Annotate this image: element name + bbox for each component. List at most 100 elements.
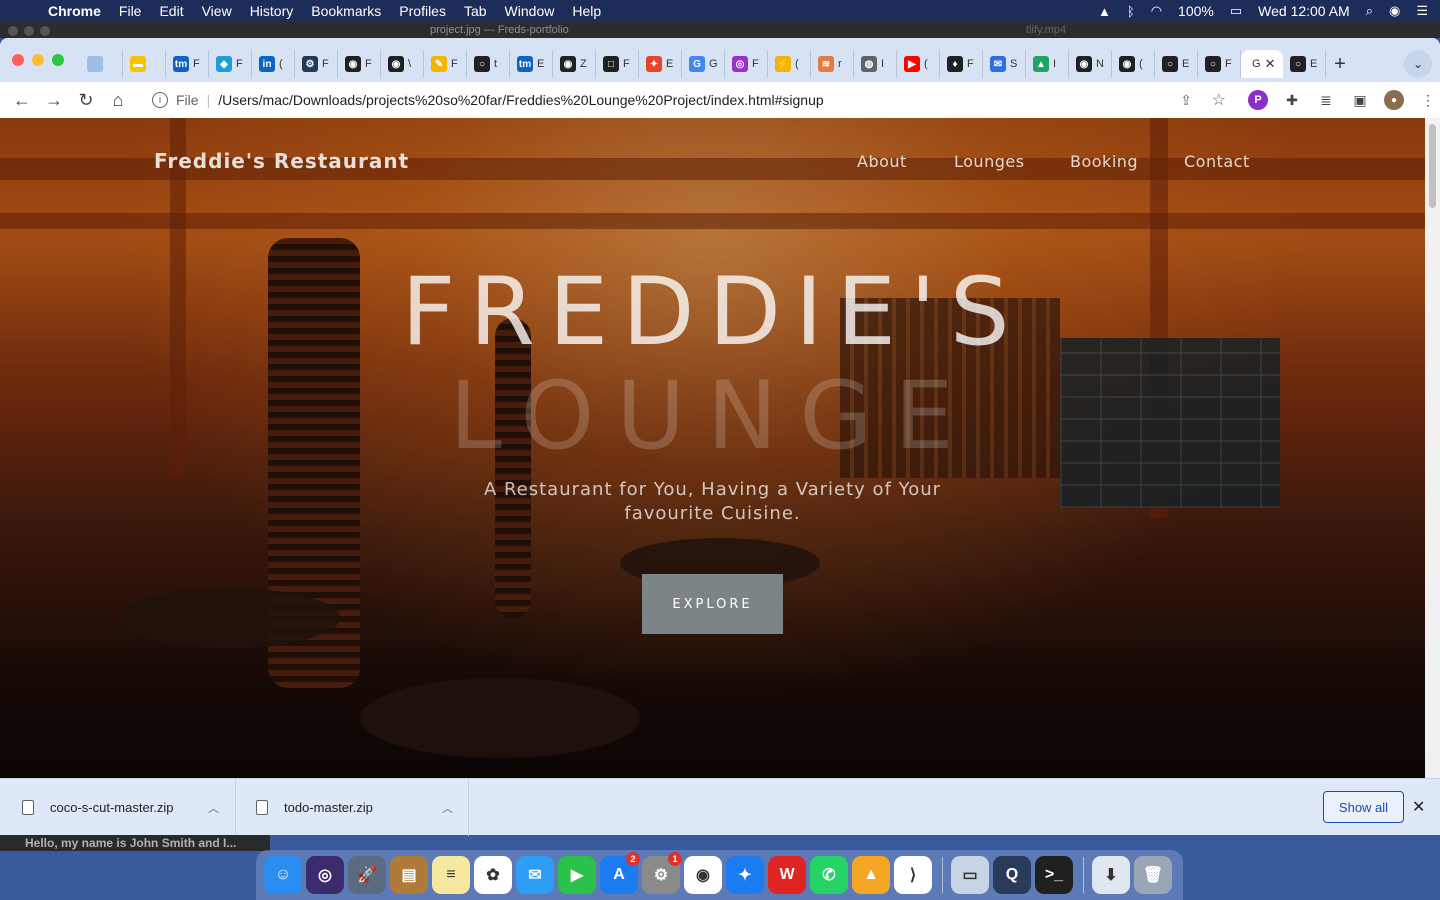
dock-siri-icon[interactable]: ◎ — [306, 856, 344, 894]
tab-search-button[interactable]: ⌄ — [1404, 50, 1432, 78]
scrollbar-thumb[interactable] — [1429, 124, 1436, 208]
dock-downloads-stack-icon[interactable]: ⬇ — [1092, 856, 1130, 894]
browser-tab[interactable] — [80, 50, 123, 78]
wifi-icon[interactable]: ◠ — [1151, 3, 1162, 19]
menu-view[interactable]: View — [202, 3, 232, 19]
reload-button[interactable]: ↻ — [70, 84, 102, 116]
vlc-menubar-icon[interactable]: ▲ — [1098, 4, 1111, 19]
menu-bookmarks[interactable]: Bookmarks — [311, 3, 381, 19]
battery-icon[interactable]: ▭ — [1230, 3, 1242, 19]
bookmark-star-icon[interactable]: ☆ — [1212, 90, 1226, 110]
browser-tab[interactable]: ✦ E — [639, 50, 682, 78]
browser-tab[interactable]: ⚙ F — [295, 50, 338, 78]
browser-tab[interactable]: ◉ F — [338, 50, 381, 78]
download-item[interactable]: coco-s-cut-master.zip ︿ — [22, 779, 236, 836]
dock-preview-icon[interactable]: ▭ — [951, 856, 989, 894]
dock-notes-book-icon[interactable]: ▤ — [390, 856, 428, 894]
bluetooth-icon[interactable]: ᛒ — [1127, 4, 1135, 19]
browser-tab[interactable]: ○ E — [1155, 50, 1198, 78]
control-center-icon[interactable]: ☰ — [1416, 3, 1428, 19]
nav-link-booking[interactable]: Booking — [1070, 152, 1138, 171]
menu-window[interactable]: Window — [505, 3, 555, 19]
dock-quicktime-icon[interactable]: Q — [993, 856, 1031, 894]
browser-tab[interactable]: ♦ F — [940, 50, 983, 78]
dock-whatsapp-icon[interactable]: ✆ — [810, 856, 848, 894]
dock-messages-icon[interactable]: ✉ — [516, 856, 554, 894]
browser-tab[interactable]: ◉( — [1112, 50, 1155, 78]
browser-tab[interactable]: ▬ — [123, 50, 166, 78]
menu-file[interactable]: File — [119, 3, 142, 19]
site-info-icon[interactable]: i — [152, 92, 168, 108]
side-panel-icon[interactable]: ▣ — [1350, 90, 1370, 110]
menu-history[interactable]: History — [250, 3, 294, 19]
home-button[interactable]: ⌂ — [102, 84, 134, 116]
browser-tab[interactable]: tm E — [510, 50, 553, 78]
show-all-downloads-button[interactable]: Show all — [1323, 791, 1404, 823]
address-url[interactable]: /Users/mac/Downloads/projects%20so%20far… — [218, 92, 823, 108]
browser-tab[interactable]: ≋ r — [811, 50, 854, 78]
browser-tab[interactable]: tm F — [166, 50, 209, 78]
menu-tab[interactable]: Tab — [464, 3, 487, 19]
menu-profiles[interactable]: Profiles — [399, 3, 446, 19]
browser-tab[interactable]: ○ E — [1283, 50, 1326, 78]
dock-system-preferences-icon[interactable]: ⚙ 1 — [642, 852, 682, 894]
browser-tab[interactable]: ◎ F — [725, 50, 768, 78]
close-tab-icon[interactable]: ✕ — [1265, 56, 1276, 72]
browser-tab[interactable]: in ( — [252, 50, 295, 78]
browser-tab[interactable]: ▲ I — [1026, 50, 1069, 78]
dock-facetime-icon[interactable]: ▶ — [558, 856, 596, 894]
browser-tab[interactable]: ⚡( — [768, 50, 811, 78]
new-tab-button[interactable]: + — [1326, 50, 1354, 78]
browser-tab[interactable]: ○ t — [467, 50, 510, 78]
dock-notes-icon[interactable]: ≡ — [432, 856, 470, 894]
fullscreen-window-button[interactable] — [52, 54, 64, 66]
dock-trash-icon[interactable]: 🗑 — [1134, 856, 1172, 894]
dock-app-store-icon[interactable]: A2 — [600, 852, 640, 894]
dock-chrome-icon[interactable]: ◉ — [684, 856, 722, 894]
back-button[interactable]: ← — [6, 84, 38, 116]
extensions-puzzle-icon[interactable]: ✚ — [1282, 90, 1302, 110]
dock-vscode-icon[interactable]: ⟩ — [894, 856, 932, 894]
explore-button[interactable]: EXPLORE — [642, 574, 783, 634]
forward-button[interactable]: → — [38, 84, 70, 116]
dock-wps-icon[interactable]: W — [768, 856, 806, 894]
download-item[interactable]: todo-master.zip ︿ — [256, 779, 469, 836]
dock-launchpad-icon[interactable]: 🚀 — [348, 856, 386, 894]
page-scrollbar[interactable] — [1425, 118, 1440, 778]
nav-link-lounges[interactable]: Lounges — [954, 152, 1025, 171]
dock-finder-icon[interactable]: ☺ — [264, 856, 302, 894]
chevron-up-icon[interactable]: ︿ — [208, 800, 219, 816]
browser-tab[interactable]: ○ F — [1198, 50, 1241, 78]
browser-tab[interactable]: GG — [682, 50, 725, 78]
browser-tab[interactable]: ✉ S — [983, 50, 1026, 78]
spotlight-search-icon[interactable]: ⌕ — [1366, 3, 1373, 19]
address-bar[interactable]: i File | /Users/mac/Downloads/projects%2… — [140, 86, 1236, 114]
close-window-button[interactable] — [12, 54, 24, 66]
browser-tab[interactable]: ◉ N — [1069, 50, 1112, 78]
nav-link-contact[interactable]: Contact — [1184, 152, 1250, 171]
siri-icon[interactable]: ◉ — [1389, 3, 1400, 19]
dock-vlc-icon[interactable]: ▲ — [852, 856, 890, 894]
extension-p-icon[interactable]: P — [1248, 90, 1268, 110]
browser-tab[interactable]: ◉ \ — [381, 50, 424, 78]
profile-avatar[interactable]: ● — [1384, 90, 1404, 110]
site-brand[interactable]: Freddie's Restaurant — [154, 149, 409, 173]
chrome-menu-icon[interactable]: ⋮ — [1418, 90, 1438, 110]
reading-list-icon[interactable]: ≣ — [1316, 90, 1336, 110]
dock-terminal-icon[interactable]: >_ — [1035, 856, 1073, 894]
browser-tab[interactable]: ◍ I — [854, 50, 897, 78]
browser-tab[interactable]: □ F — [596, 50, 639, 78]
nav-link-about[interactable]: About — [857, 152, 907, 171]
dock-photos-icon[interactable]: ✿ — [474, 856, 512, 894]
clock[interactable]: Wed 12:00 AM — [1258, 3, 1350, 19]
browser-tab[interactable]: ▶( — [897, 50, 940, 78]
browser-tab[interactable]: ◉ Z — [553, 50, 596, 78]
battery-percent[interactable]: 100% — [1178, 3, 1214, 19]
menu-edit[interactable]: Edit — [159, 3, 183, 19]
dock-safari-icon[interactable]: ✦ — [726, 856, 764, 894]
browser-tab[interactable]: ✎ F — [424, 50, 467, 78]
menu-help[interactable]: Help — [572, 3, 601, 19]
close-downloads-bar-icon[interactable]: ✕ — [1412, 797, 1425, 817]
menu-app-name[interactable]: Chrome — [48, 3, 101, 19]
active-browser-tab[interactable]: G ✕ — [1241, 50, 1283, 78]
